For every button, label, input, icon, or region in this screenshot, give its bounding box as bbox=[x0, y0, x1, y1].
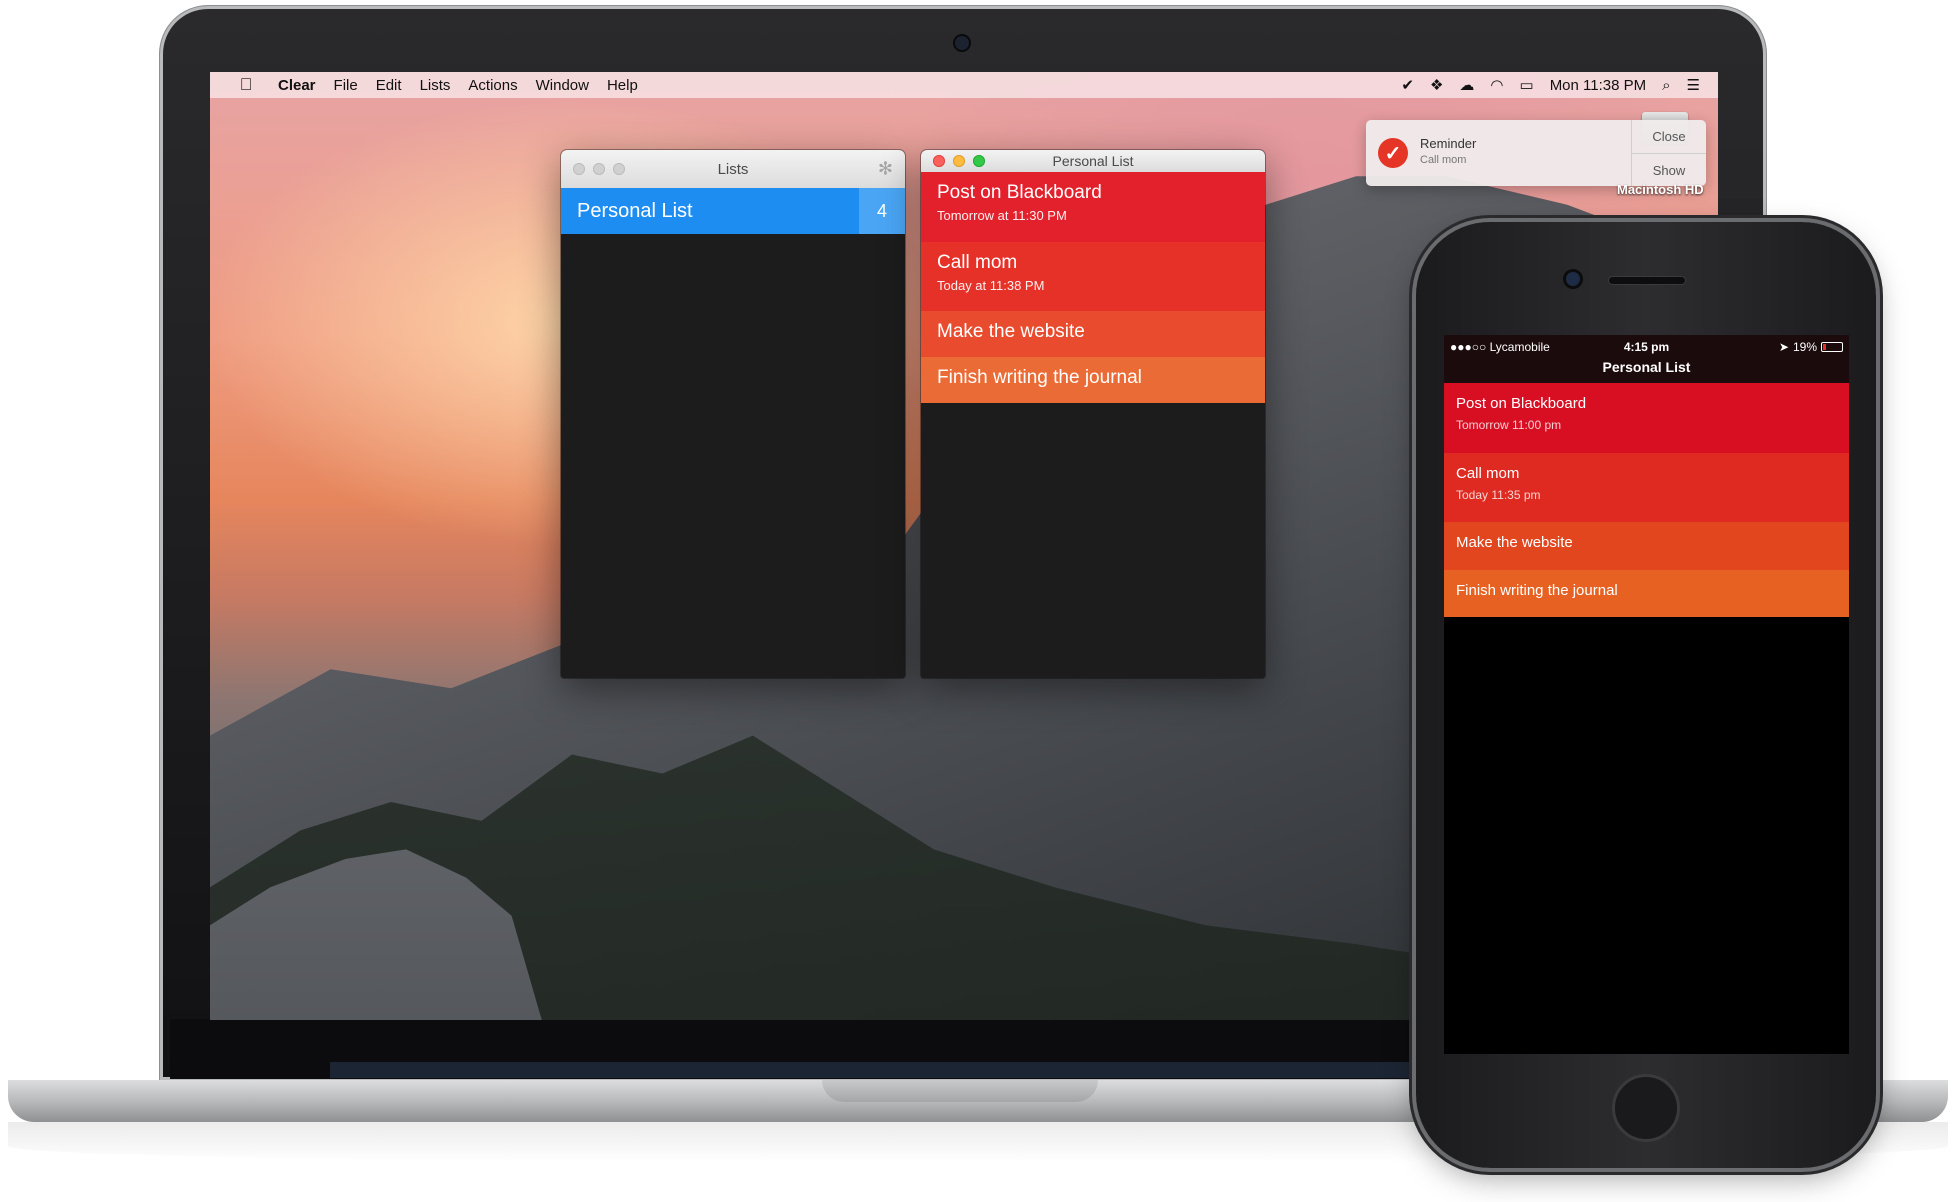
task-reminder: Tomorrow at 11:30 PM bbox=[937, 208, 1067, 223]
list-item-label: Personal List bbox=[577, 199, 693, 222]
menu-clock[interactable]: Mon 11:38 PM bbox=[1550, 77, 1646, 94]
menu-bar:  Clear File Edit Lists Actions Window H… bbox=[210, 72, 1718, 98]
task-row[interactable]: Make the website bbox=[1444, 522, 1849, 570]
personal-list-window: Personal List Post on Blackboard Tomorro… bbox=[921, 150, 1265, 678]
minimize-button[interactable] bbox=[593, 163, 605, 175]
battery-percent: 19% bbox=[1792, 340, 1817, 354]
list-item-personal[interactable]: Personal List 4 bbox=[561, 188, 905, 234]
checkmark-icon[interactable]: ✔ bbox=[1401, 76, 1414, 94]
task-title: Post on Blackboard bbox=[1456, 395, 1587, 412]
creative-cloud-icon[interactable]: ☁ bbox=[1459, 76, 1474, 94]
macbook-bezel-strip bbox=[330, 1062, 1430, 1078]
menu-app-name[interactable]: Clear bbox=[278, 77, 316, 94]
menu-lists[interactable]: Lists bbox=[420, 77, 451, 94]
phone-camera bbox=[1566, 272, 1580, 286]
lists-titlebar[interactable]: Lists ✻ bbox=[561, 150, 905, 188]
phone-power-button bbox=[1876, 425, 1882, 497]
notification-actions: Close Show bbox=[1631, 120, 1706, 186]
task-title: Post on Blackboard bbox=[937, 182, 1102, 203]
lists-window: Lists ✻ Personal List 4 bbox=[561, 150, 905, 678]
task-row[interactable]: Call mom Today 11:35 pm bbox=[1444, 453, 1849, 522]
personal-list-titlebar[interactable]: Personal List bbox=[921, 150, 1265, 172]
task-row[interactable]: Finish writing the journal bbox=[1444, 570, 1849, 617]
reminder-notification[interactable]: ✓ Reminder Call mom Close Show bbox=[1366, 120, 1706, 186]
task-reminder: Tomorrow 11:00 pm bbox=[1456, 418, 1562, 432]
task-title: Call mom bbox=[1456, 465, 1520, 482]
close-button[interactable] bbox=[573, 163, 585, 175]
close-button[interactable] bbox=[933, 155, 945, 167]
notification-body: Call mom bbox=[1420, 154, 1467, 166]
dropbox-icon[interactable]: ❖ bbox=[1430, 76, 1443, 94]
task-row[interactable]: Make the website bbox=[921, 311, 1265, 357]
battery-icon[interactable]: ▭ bbox=[1520, 76, 1534, 94]
task-row[interactable]: Call mom Today at 11:38 PM bbox=[921, 242, 1265, 311]
phone-speaker bbox=[1609, 277, 1685, 284]
apple-icon[interactable]:  bbox=[236, 75, 256, 95]
task-title: Finish writing the journal bbox=[937, 367, 1142, 388]
phone-screen: ●●●○○ Lycamobile 4:15 pm ➤ 19% Personal … bbox=[1444, 335, 1849, 1054]
task-reminder: Today at 11:38 PM bbox=[937, 278, 1045, 293]
battery-icon bbox=[1821, 342, 1843, 352]
home-button[interactable] bbox=[1612, 1074, 1680, 1142]
task-row[interactable]: Finish writing the journal bbox=[921, 357, 1265, 403]
list-item-count: 4 bbox=[859, 188, 905, 234]
task-title: Make the website bbox=[1456, 534, 1573, 551]
task-reminder: Today 11:35 pm bbox=[1456, 488, 1541, 502]
macbook-notch bbox=[822, 1080, 1098, 1102]
menu-file[interactable]: File bbox=[334, 77, 358, 94]
close-button[interactable]: Close bbox=[1632, 120, 1706, 153]
menu-help[interactable]: Help bbox=[607, 77, 638, 94]
lists-window-title: Lists bbox=[717, 160, 749, 178]
minimize-button[interactable] bbox=[953, 155, 965, 167]
ios-list-title: Personal List bbox=[1444, 359, 1849, 383]
clear-app-icon: ✓ bbox=[1378, 138, 1408, 168]
spotlight-icon[interactable]: ⌕ bbox=[1662, 77, 1670, 94]
macbook-camera bbox=[955, 36, 969, 50]
menu-edit[interactable]: Edit bbox=[376, 77, 402, 94]
task-title: Make the website bbox=[937, 321, 1085, 342]
task-row[interactable]: Post on Blackboard Tomorrow 11:00 pm bbox=[1444, 383, 1849, 453]
personal-window-title: Personal List bbox=[1052, 153, 1134, 169]
notification-title: Reminder bbox=[1420, 136, 1477, 151]
gear-icon[interactable]: ✻ bbox=[878, 159, 893, 180]
task-title: Finish writing the journal bbox=[1456, 582, 1618, 599]
menu-window[interactable]: Window bbox=[536, 77, 589, 94]
notification-center-icon[interactable]: ☰ bbox=[1687, 76, 1700, 94]
zoom-button[interactable] bbox=[613, 163, 625, 175]
zoom-button[interactable] bbox=[973, 155, 985, 167]
drive-label[interactable]: Macintosh HD bbox=[1617, 182, 1704, 197]
task-title: Call mom bbox=[937, 252, 1018, 273]
task-row[interactable]: Post on Blackboard Tomorrow at 11:30 PM bbox=[921, 172, 1265, 242]
location-icon: ➤ bbox=[1778, 340, 1789, 354]
menu-actions[interactable]: Actions bbox=[468, 77, 517, 94]
ios-status-bar: ●●●○○ Lycamobile 4:15 pm ➤ 19% bbox=[1444, 335, 1849, 359]
wifi-icon[interactable]: ◠ bbox=[1490, 76, 1503, 94]
